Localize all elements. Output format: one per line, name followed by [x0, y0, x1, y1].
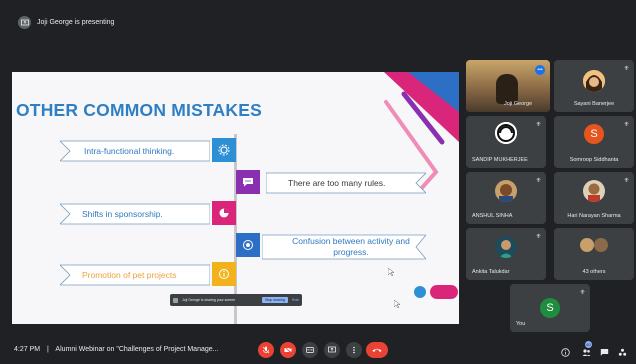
- participant-tile[interactable]: ⁜ Ankita Talukdar: [466, 228, 546, 280]
- gear-icon: [212, 138, 236, 162]
- avatar: [495, 180, 517, 202]
- share-message: Joji George is sharing your screen: [182, 298, 236, 302]
- people-icon: [582, 348, 590, 356]
- mic-off-icon: ⁜: [535, 178, 541, 184]
- participant-tile[interactable]: ⁜ Hari Narayan Sharma: [554, 172, 634, 224]
- cursor-icon: [388, 268, 394, 276]
- mistake-item-2: There are too many rules.: [266, 172, 426, 194]
- speaking-indicator-icon: •••: [535, 65, 545, 75]
- avatar: [583, 70, 605, 92]
- shared-slide: OTHER COMMON MISTAKES Intra-functional t…: [12, 72, 459, 324]
- chat-icon: [600, 348, 608, 356]
- meeting-controls-bar: 4:27 PM | Alumni Webinar on "Challenges …: [0, 334, 636, 364]
- chat-bubble-icon: [236, 170, 260, 194]
- mistake-text-2: There are too many rules.: [288, 178, 386, 188]
- mic-off-icon: ⁜: [579, 290, 585, 296]
- participant-name: You: [516, 321, 526, 327]
- info-icon: [560, 347, 570, 357]
- avatar: S: [540, 298, 560, 318]
- participant-name: Joji George: [504, 101, 533, 107]
- activities-icon: [618, 348, 626, 356]
- participant-tile[interactable]: ⁜ SANDIP MUKHERJEE: [466, 116, 546, 168]
- mistake-text-3: Shifts in sponsorship.: [82, 209, 163, 219]
- mic-off-icon: ⁜: [623, 66, 629, 72]
- avatar: [495, 122, 517, 144]
- camera-off-icon: [284, 346, 292, 354]
- people-button[interactable]: [581, 347, 591, 357]
- avatar: [594, 238, 608, 252]
- participant-name: Ankita Talukdar: [472, 269, 510, 275]
- meeting-title: Alumni Webinar on "Challenges of Project…: [55, 346, 219, 353]
- presenting-text: Joji George is presenting: [37, 19, 115, 26]
- participant-tile[interactable]: ⁜ ANSHUL SINHA: [466, 172, 546, 224]
- participant-name: SANDIP MUKHERJEE: [472, 157, 528, 163]
- mic-off-icon: ⁜: [623, 122, 629, 128]
- hang-up-icon: [372, 348, 382, 352]
- mistake-text-1: Intra-functional thinking.: [84, 146, 175, 156]
- top-bar: Joji George is presenting: [0, 0, 636, 52]
- participant-tile-presenter[interactable]: ••• Joji George: [466, 60, 550, 112]
- mistake-text-5: Promotion of pet projects: [82, 270, 177, 280]
- mic-off-icon: ⁜: [535, 122, 541, 128]
- meeting-info: 4:27 PM | Alumni Webinar on "Challenges …: [14, 346, 218, 353]
- mistake-item-3: Shifts in sponsorship.: [60, 203, 210, 225]
- activities-button[interactable]: [617, 347, 627, 357]
- slide-title: OTHER COMMON MISTAKES: [16, 100, 262, 120]
- avatar: [583, 180, 605, 202]
- mistake-item-1: Intra-functional thinking.: [60, 140, 210, 162]
- share-screen-icon: [173, 297, 178, 303]
- more-vert-icon: [353, 346, 355, 354]
- camera-toggle-button[interactable]: [280, 342, 296, 358]
- participant-name: Somroop Siddhanta: [569, 157, 619, 163]
- avatar: [495, 236, 517, 258]
- present-screen-icon: [18, 16, 31, 29]
- avatar: [580, 238, 594, 252]
- mistake-text-4: Confusion between activity and progress.: [292, 236, 410, 257]
- clock-time: 4:27 PM: [14, 346, 41, 353]
- present-screen-icon: [328, 346, 336, 353]
- mic-off-icon: ⁜: [535, 234, 541, 240]
- separator: |: [47, 346, 49, 353]
- participant-name: Sayani Banerjee: [573, 101, 615, 107]
- participant-name: Hari Narayan Sharma: [567, 213, 621, 219]
- screen-share-bar: Joji George is sharing your screen Stop …: [170, 294, 302, 306]
- captions-button[interactable]: [302, 342, 318, 358]
- mic-off-icon: [262, 346, 270, 354]
- participant-tile[interactable]: S ⁜ Somroop Siddhanta: [554, 116, 634, 168]
- info-icon: [212, 262, 236, 286]
- more-options-button[interactable]: [346, 342, 362, 358]
- captions-icon: [306, 347, 314, 353]
- others-count: 43 others: [582, 269, 606, 275]
- present-button[interactable]: [324, 342, 340, 358]
- stop-sharing-button[interactable]: Stop sharing: [262, 297, 288, 303]
- mistake-item-4: Confusion between activity and progress.: [262, 234, 426, 260]
- mic-off-icon: ⁜: [623, 178, 629, 184]
- mistake-item-5: Promotion of pet projects: [60, 264, 210, 286]
- end-call-button[interactable]: [366, 342, 388, 358]
- presenting-indicator: Joji George is presenting: [18, 16, 114, 29]
- participant-name: ANSHUL SINHA: [472, 213, 513, 219]
- others-tile[interactable]: 43 others: [554, 228, 634, 280]
- target-icon: [236, 233, 260, 257]
- chat-button[interactable]: [599, 347, 609, 357]
- cursor-icon: [394, 300, 400, 308]
- presenter-video: [496, 74, 518, 104]
- self-view-tile[interactable]: S ⁜ You: [510, 284, 590, 332]
- hide-button[interactable]: Hide: [292, 298, 299, 302]
- pie-chart-icon: [212, 201, 236, 225]
- mic-toggle-button[interactable]: [258, 342, 274, 358]
- participant-tile[interactable]: ⁜ Sayani Banerjee: [554, 60, 634, 112]
- info-button[interactable]: [560, 347, 570, 357]
- avatar: S: [584, 124, 604, 144]
